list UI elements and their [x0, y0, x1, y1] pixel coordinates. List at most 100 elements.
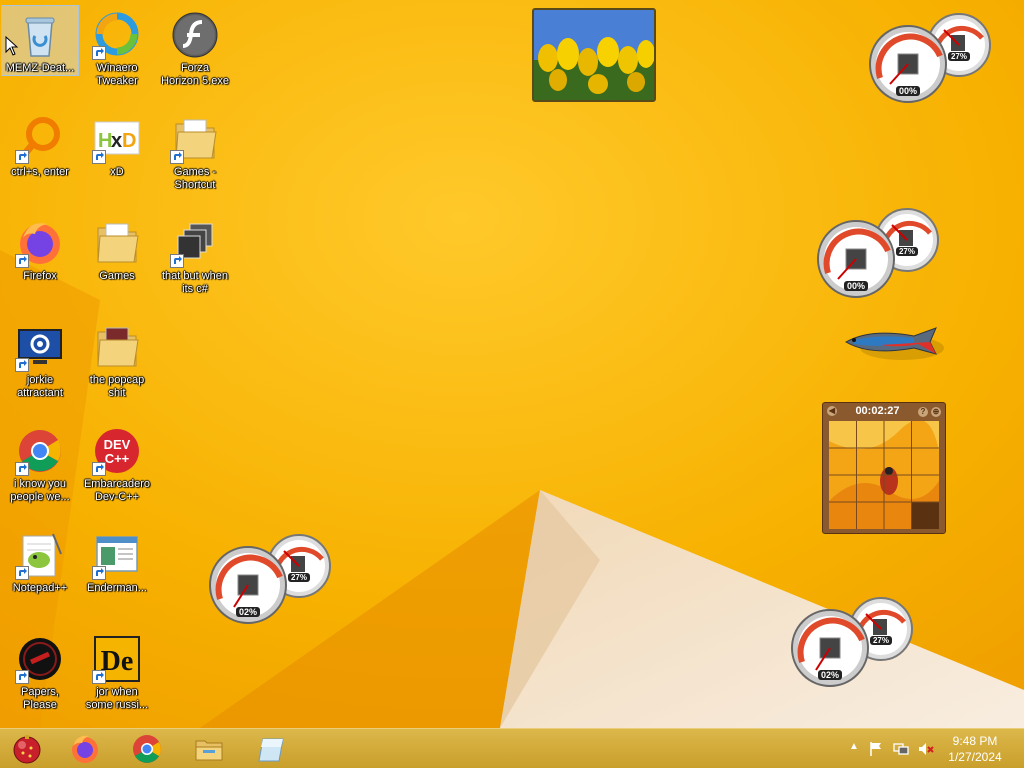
puzzle-toolbar: ◀ 00:02:27 ? ⊕: [823, 403, 945, 419]
blank-app-icon: [258, 738, 284, 762]
cpu-usage: 00%: [868, 86, 948, 96]
settings-monitor-icon: [15, 322, 65, 372]
shortcut-arrow-icon: [170, 150, 184, 164]
shortcut-arrow-icon: [15, 670, 29, 684]
winaero-icon: [92, 10, 142, 60]
devcpp-icon: DEV C++: [92, 426, 142, 476]
shortcut-arrow-icon: [92, 150, 106, 164]
desktop-icon-label: that but when its c#: [161, 270, 229, 295]
desktop-icon-dev-cpp[interactable]: DEV C++ Embarcadero Dev-C++: [79, 422, 155, 504]
cpu-dial: 02%: [208, 545, 288, 625]
taskbar-firefox-button[interactable]: [62, 731, 108, 767]
taskbar-clock[interactable]: 9:48 PM 1/27/2024: [940, 733, 1010, 765]
flash-icon: [170, 10, 220, 60]
desktop-icon-label: Games - Shortcut: [173, 166, 217, 191]
desktop-icon-label: jor when some russi...: [85, 686, 149, 711]
clock-time: 9:48 PM: [952, 734, 998, 748]
folder-icon: [92, 322, 142, 372]
action-center-icon[interactable]: [868, 741, 884, 757]
puzzle-menu-button[interactable]: ⊕: [930, 407, 941, 417]
desktop-icon-ctrl-s-enter[interactable]: ctrl+s, enter: [2, 110, 78, 179]
taskbar-file-explorer-button[interactable]: [186, 731, 232, 767]
shortcut-arrow-icon: [92, 462, 106, 476]
recycle-bin-icon: [15, 10, 65, 60]
shortcut-arrow-icon: [15, 254, 29, 268]
shortcut-arrow-icon: [15, 358, 29, 372]
shortcut-arrow-icon: [92, 46, 106, 60]
tulips-photo: [534, 10, 654, 100]
svg-text:DEV: DEV: [104, 437, 131, 452]
desktop-icon-label: ctrl+s, enter: [11, 166, 69, 178]
taskbar-app-button[interactable]: [248, 731, 294, 767]
chrome-icon: [133, 735, 161, 763]
slideshow-gadget[interactable]: [532, 8, 656, 102]
mouse-cursor-icon: [5, 36, 19, 56]
shortcut-arrow-icon: [92, 566, 106, 580]
desktop-icon-label: Notepad++: [12, 582, 68, 594]
desktop-icon-games[interactable]: Games: [79, 214, 155, 283]
cpu-dial: 00%: [868, 24, 948, 104]
desktop-icon-label: Papers, Please: [21, 686, 59, 711]
folder-icon: [170, 114, 220, 164]
desktop-icon-notepadpp[interactable]: Notepad++: [2, 526, 78, 595]
shortcut-arrow-icon: [170, 254, 184, 268]
desktop-icon-the-popcap-shit[interactable]: the popcap shit: [79, 318, 155, 400]
puzzle-board[interactable]: [829, 421, 939, 529]
puzzle-timer: 00:02:27: [855, 405, 900, 417]
svg-text:x: x: [111, 130, 122, 152]
window-icon: [92, 530, 142, 580]
desktop-icon-label: Embarcadero Dev-C++: [83, 478, 151, 503]
hxd-icon: HxD: [92, 114, 142, 164]
de-icon: De: [92, 634, 142, 684]
desktop-icon-i-know-you-people[interactable]: i know you people we...: [2, 422, 78, 504]
desktop-icon-label: MEMZ-Deat...: [5, 62, 75, 74]
cpu-usage: 02%: [790, 670, 870, 680]
notepadpp-icon: [15, 530, 65, 580]
desktop-icon-papers-please[interactable]: Papers, Please: [2, 630, 78, 712]
firefox-icon: [15, 218, 65, 268]
desktop-icon-firefox[interactable]: Firefox: [2, 214, 78, 283]
papers-please-icon: [15, 634, 65, 684]
shortcut-arrow-icon: [92, 670, 106, 684]
desktop-icon-label: Firefox: [23, 270, 57, 282]
desktop-icon-label: xD: [110, 166, 124, 178]
desktop-icon-games-shortcut[interactable]: Games - Shortcut: [157, 110, 233, 192]
puzzle-back-button[interactable]: ◀: [827, 406, 837, 416]
desktop-icon-that-but-when-its-csharp[interactable]: that but when its c#: [157, 214, 233, 296]
tray-overflow-button[interactable]: ▲: [846, 741, 862, 757]
desktop-icon-label: Enderman...: [87, 582, 147, 594]
puzzle-help-button[interactable]: ?: [917, 407, 928, 417]
cpu-usage: 00%: [816, 281, 896, 291]
magnifier-icon: [15, 114, 65, 164]
cpu-dial: 00%: [816, 219, 896, 299]
picture-puzzle-gadget[interactable]: ◀ 00:02:27 ? ⊕: [822, 402, 946, 534]
cpu-usage: 02%: [208, 607, 288, 617]
desktop-icon-jorkie-attractant[interactable]: jorkie attractant: [2, 318, 78, 400]
start-button[interactable]: [4, 731, 50, 767]
desktop-icon-label: Forza Horizon 5.exe: [161, 62, 229, 87]
firefox-icon: [72, 735, 98, 763]
shortcut-arrow-icon: [15, 566, 29, 580]
desktop-icon-label: i know you people we...: [10, 478, 70, 503]
cpu-dial: 02%: [790, 608, 870, 688]
desktop-icon-label: Games: [99, 270, 135, 282]
svg-text:D: D: [122, 130, 136, 152]
clock-date: 1/27/2024: [948, 750, 1002, 764]
stack-icon: [170, 218, 220, 268]
desktop-icon-label: Winaero Tweaker: [96, 62, 138, 87]
desktop-icon-jor-when-some-russi[interactable]: De jor when some russi...: [79, 630, 155, 712]
taskbar-chrome-button[interactable]: [124, 731, 170, 767]
desktop-icon-enderman[interactable]: Enderman...: [79, 526, 155, 595]
chrome-icon: [15, 426, 65, 476]
desktop-icon-xd[interactable]: HxD xD: [79, 110, 155, 179]
desktop-icon-label: jorkie attractant: [17, 374, 63, 399]
svg-text:C++: C++: [105, 451, 130, 466]
network-icon[interactable]: [893, 741, 909, 757]
folder-icon: [92, 218, 142, 268]
fish-gadget[interactable]: [840, 318, 950, 368]
desktop-icon-winaero-tweaker[interactable]: Winaero Tweaker: [79, 6, 155, 88]
shortcut-arrow-icon: [15, 150, 29, 164]
file-explorer-icon: [195, 740, 223, 761]
desktop-icon-forza-horizon[interactable]: Forza Horizon 5.exe: [157, 6, 233, 88]
volume-muted-icon[interactable]: [918, 741, 934, 757]
